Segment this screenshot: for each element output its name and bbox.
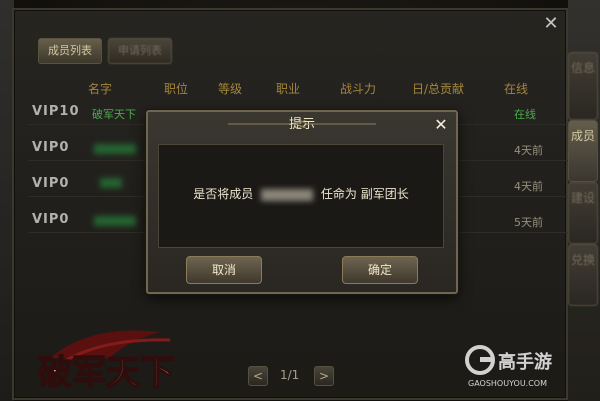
dialog-message-suffix: 任命为 副军团长 [320, 187, 409, 201]
dialog-message-prefix: 是否将成员 [193, 187, 254, 201]
confirm-dialog: 提示 ✕ 是否将成员 任命为 副军团长 取消 确定 [146, 110, 458, 294]
confirm-button[interactable]: 确定 [342, 256, 418, 284]
dialog-message: 是否将成员 任命为 副军团长 [159, 185, 443, 202]
dialog-ornament-right [294, 119, 376, 129]
dialog-message-box: 是否将成员 任命为 副军团长 [158, 144, 444, 248]
cancel-button[interactable]: 取消 [186, 256, 262, 284]
member-name-redacted [261, 188, 314, 201]
dialog-close-icon[interactable]: ✕ [432, 116, 450, 134]
